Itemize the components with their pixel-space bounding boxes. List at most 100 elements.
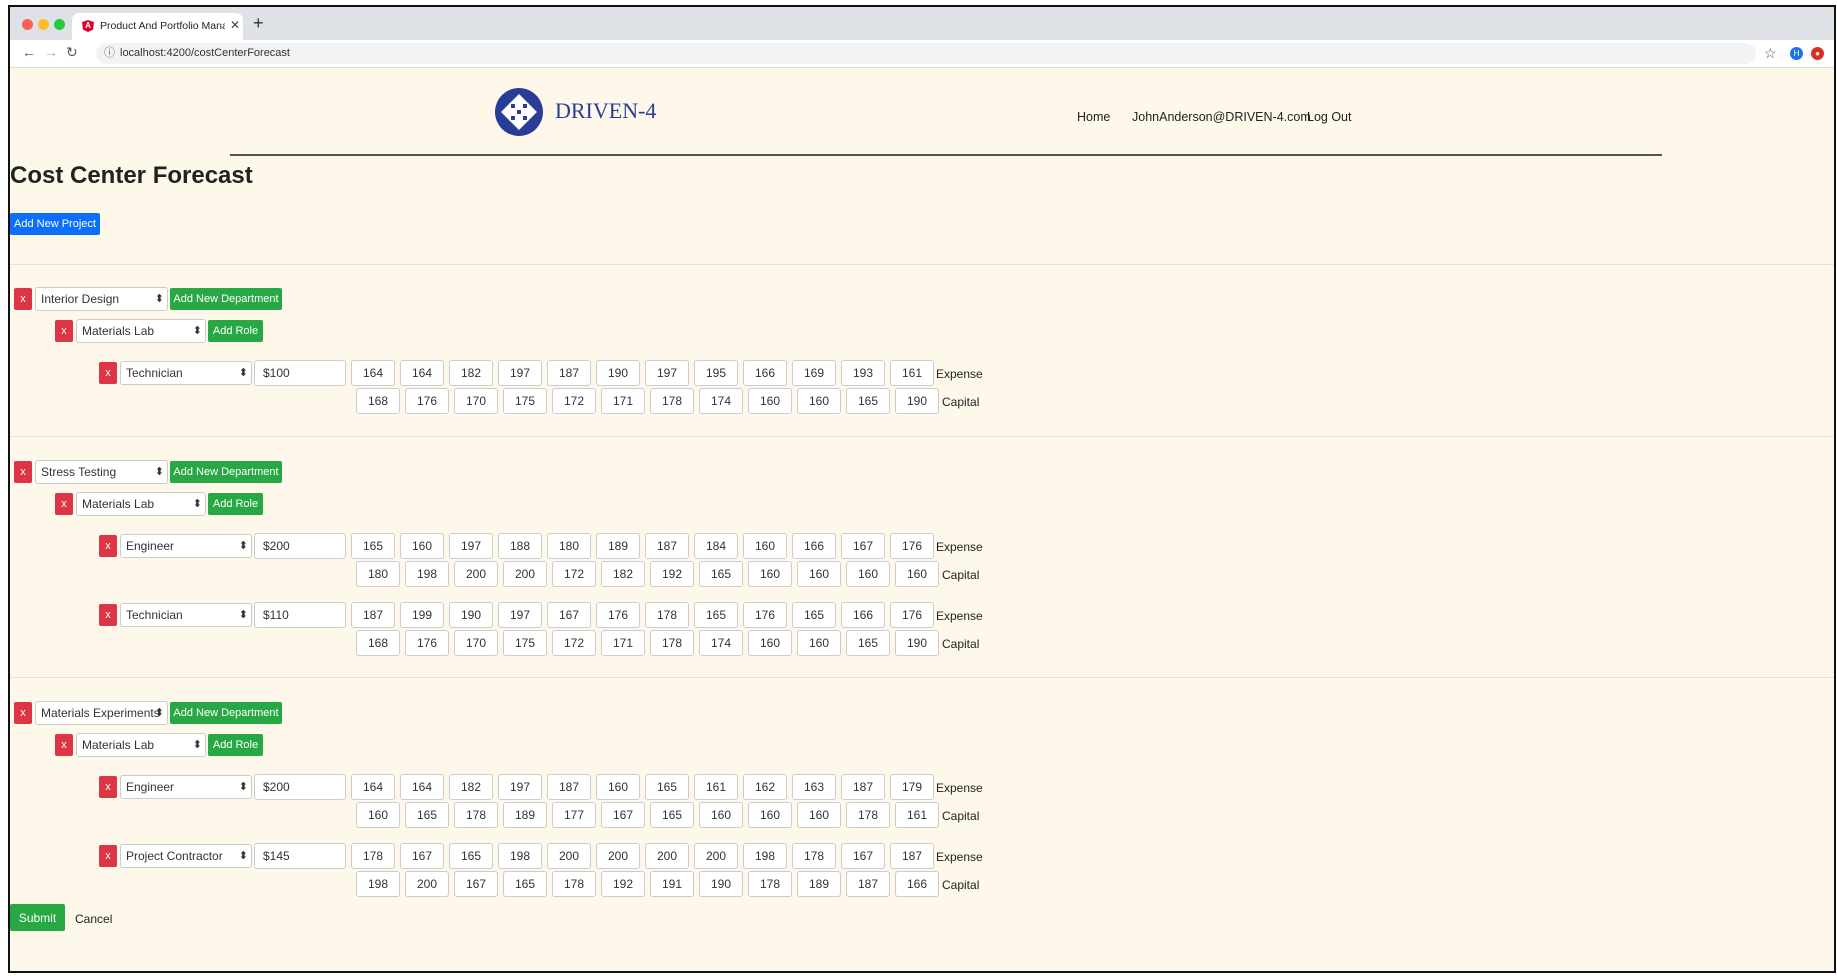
expense-input[interactable]: 165	[351, 533, 395, 559]
add-role-button[interactable]: Add Role	[208, 320, 263, 342]
rate-input[interactable]: $200	[254, 533, 346, 559]
capital-input[interactable]: 160	[356, 802, 400, 828]
capital-input[interactable]: 190	[895, 388, 939, 414]
capital-input[interactable]: 192	[650, 561, 694, 587]
expense-input[interactable]: 164	[351, 774, 395, 800]
expense-input[interactable]: 166	[743, 360, 787, 386]
expense-input[interactable]: 187	[841, 774, 885, 800]
capital-input[interactable]: 189	[797, 871, 841, 897]
expense-input[interactable]: 190	[449, 602, 493, 628]
capital-input[interactable]: 182	[601, 561, 645, 587]
capital-input[interactable]: 178	[748, 871, 792, 897]
rate-input[interactable]: $145	[254, 843, 346, 869]
expense-input[interactable]: 187	[547, 774, 591, 800]
capital-input[interactable]: 165	[405, 802, 449, 828]
capital-input[interactable]: 187	[846, 871, 890, 897]
capital-input[interactable]: 176	[405, 630, 449, 656]
project-select[interactable]: Interior Design ⬍	[35, 287, 168, 311]
expense-input[interactable]: 161	[890, 360, 934, 386]
expense-input[interactable]: 187	[351, 602, 395, 628]
capital-input[interactable]: 170	[454, 630, 498, 656]
expense-input[interactable]: 160	[743, 533, 787, 559]
expense-input[interactable]: 167	[400, 843, 444, 869]
profile-avatar-icon[interactable]: H	[1790, 47, 1803, 60]
expense-input[interactable]: 190	[596, 360, 640, 386]
expense-input[interactable]: 180	[547, 533, 591, 559]
remove-project-button[interactable]: x	[14, 288, 32, 310]
capital-input[interactable]: 171	[601, 388, 645, 414]
rate-input[interactable]: $200	[254, 774, 346, 800]
expense-input[interactable]: 178	[792, 843, 836, 869]
capital-input[interactable]: 160	[748, 388, 792, 414]
expense-input[interactable]: 197	[498, 602, 542, 628]
role-select[interactable]: Engineer ⬍	[120, 534, 252, 558]
capital-input[interactable]: 160	[699, 802, 743, 828]
expense-input[interactable]: 160	[400, 533, 444, 559]
expense-input[interactable]: 165	[449, 843, 493, 869]
add-role-button[interactable]: Add Role	[208, 734, 263, 756]
remove-department-button[interactable]: x	[55, 320, 73, 342]
role-select[interactable]: Engineer ⬍	[120, 775, 252, 799]
submit-button[interactable]: Submit	[10, 904, 65, 931]
capital-input[interactable]: 178	[650, 630, 694, 656]
capital-input[interactable]: 178	[846, 802, 890, 828]
remove-project-button[interactable]: x	[14, 702, 32, 724]
capital-input[interactable]: 172	[552, 561, 596, 587]
expense-input[interactable]: 165	[694, 602, 738, 628]
capital-input[interactable]: 178	[650, 388, 694, 414]
browser-tab[interactable]: A Product And Portfolio Manager ✕	[72, 13, 243, 40]
remove-role-button[interactable]: x	[99, 776, 117, 798]
bookmark-star-icon[interactable]: ☆	[1764, 45, 1777, 62]
expense-input[interactable]: 178	[351, 843, 395, 869]
expense-input[interactable]: 176	[890, 533, 934, 559]
expense-input[interactable]: 197	[498, 774, 542, 800]
capital-input[interactable]: 166	[895, 871, 939, 897]
nav-logout-link[interactable]: Log Out	[1307, 110, 1351, 124]
expense-input[interactable]: 200	[645, 843, 689, 869]
remove-department-button[interactable]: x	[55, 734, 73, 756]
rate-input[interactable]: $110	[254, 602, 346, 628]
expense-input[interactable]: 176	[890, 602, 934, 628]
capital-input[interactable]: 200	[405, 871, 449, 897]
capital-input[interactable]: 198	[405, 561, 449, 587]
minimize-window-button[interactable]	[38, 19, 49, 30]
project-select[interactable]: Stress Testing ⬍	[35, 460, 168, 484]
expense-input[interactable]: 182	[449, 360, 493, 386]
role-select[interactable]: Technician ⬍	[120, 361, 252, 385]
department-select[interactable]: Materials Lab ⬍	[76, 733, 206, 757]
reload-icon[interactable]: ↻	[66, 44, 78, 61]
remove-department-button[interactable]: x	[55, 493, 73, 515]
expense-input[interactable]: 197	[645, 360, 689, 386]
expense-input[interactable]: 166	[841, 602, 885, 628]
capital-input[interactable]: 175	[503, 630, 547, 656]
expense-input[interactable]: 200	[547, 843, 591, 869]
capital-input[interactable]: 168	[356, 388, 400, 414]
expense-input[interactable]: 195	[694, 360, 738, 386]
remove-role-button[interactable]: x	[99, 535, 117, 557]
capital-input[interactable]: 165	[846, 388, 890, 414]
expense-input[interactable]: 200	[596, 843, 640, 869]
capital-input[interactable]: 160	[797, 561, 841, 587]
expense-input[interactable]: 166	[792, 533, 836, 559]
expense-input[interactable]: 165	[792, 602, 836, 628]
nav-home-link[interactable]: Home	[1077, 110, 1110, 124]
capital-input[interactable]: 160	[748, 802, 792, 828]
expense-input[interactable]: 178	[645, 602, 689, 628]
capital-input[interactable]: 168	[356, 630, 400, 656]
capital-input[interactable]: 200	[503, 561, 547, 587]
capital-input[interactable]: 178	[454, 802, 498, 828]
back-icon[interactable]: ←	[22, 44, 36, 60]
expense-input[interactable]: 167	[547, 602, 591, 628]
expense-input[interactable]: 160	[596, 774, 640, 800]
capital-input[interactable]: 160	[797, 802, 841, 828]
add-new-project-button[interactable]: Add New Project	[10, 213, 100, 235]
expense-input[interactable]: 198	[498, 843, 542, 869]
role-select[interactable]: Technician ⬍	[120, 603, 252, 627]
department-select[interactable]: Materials Lab ⬍	[76, 492, 206, 516]
cancel-link[interactable]: Cancel	[75, 912, 112, 926]
capital-input[interactable]: 190	[699, 871, 743, 897]
remove-role-button[interactable]: x	[99, 604, 117, 626]
expense-input[interactable]: 182	[449, 774, 493, 800]
expense-input[interactable]: 189	[596, 533, 640, 559]
capital-input[interactable]: 180	[356, 561, 400, 587]
